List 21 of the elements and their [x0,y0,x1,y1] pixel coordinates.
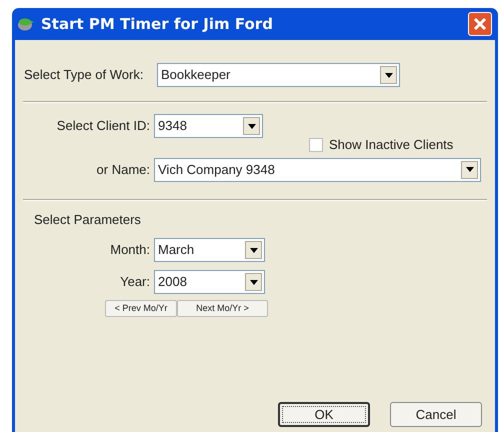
field-label: Select Client ID: [56,117,151,136]
field-label: Month: [109,241,151,260]
dialog-button[interactable]: Cancel [390,402,482,427]
dropdown-field[interactable]: Bookkeeper [157,63,400,87]
checkbox-label: Show Inactive Clients [329,136,454,154]
dropdown-field[interactable]: March [154,238,265,262]
prev-button[interactable]: < Prev Mo/Yr [105,300,177,317]
field-label: Year: [119,273,151,292]
dialog-button[interactable]: OK [278,402,370,427]
dropdown-field[interactable]: 2008 [154,270,265,294]
close-icon [473,17,487,31]
field-label: or Name: [96,160,151,179]
dropdown-field[interactable]: Vich Company 9348 [154,158,481,182]
dropdown-field[interactable]: 9348 [154,114,263,138]
checkbox[interactable] [309,138,323,152]
app-icon [17,17,35,31]
close-button[interactable] [468,12,492,36]
next-button[interactable]: Next Mo/Yr > [177,300,268,317]
section-heading: Select Parameters [34,210,142,228]
window-title: Start PM Timer for Jim Ford [41,14,274,35]
field-label: Select Type of Work: [24,66,144,84]
